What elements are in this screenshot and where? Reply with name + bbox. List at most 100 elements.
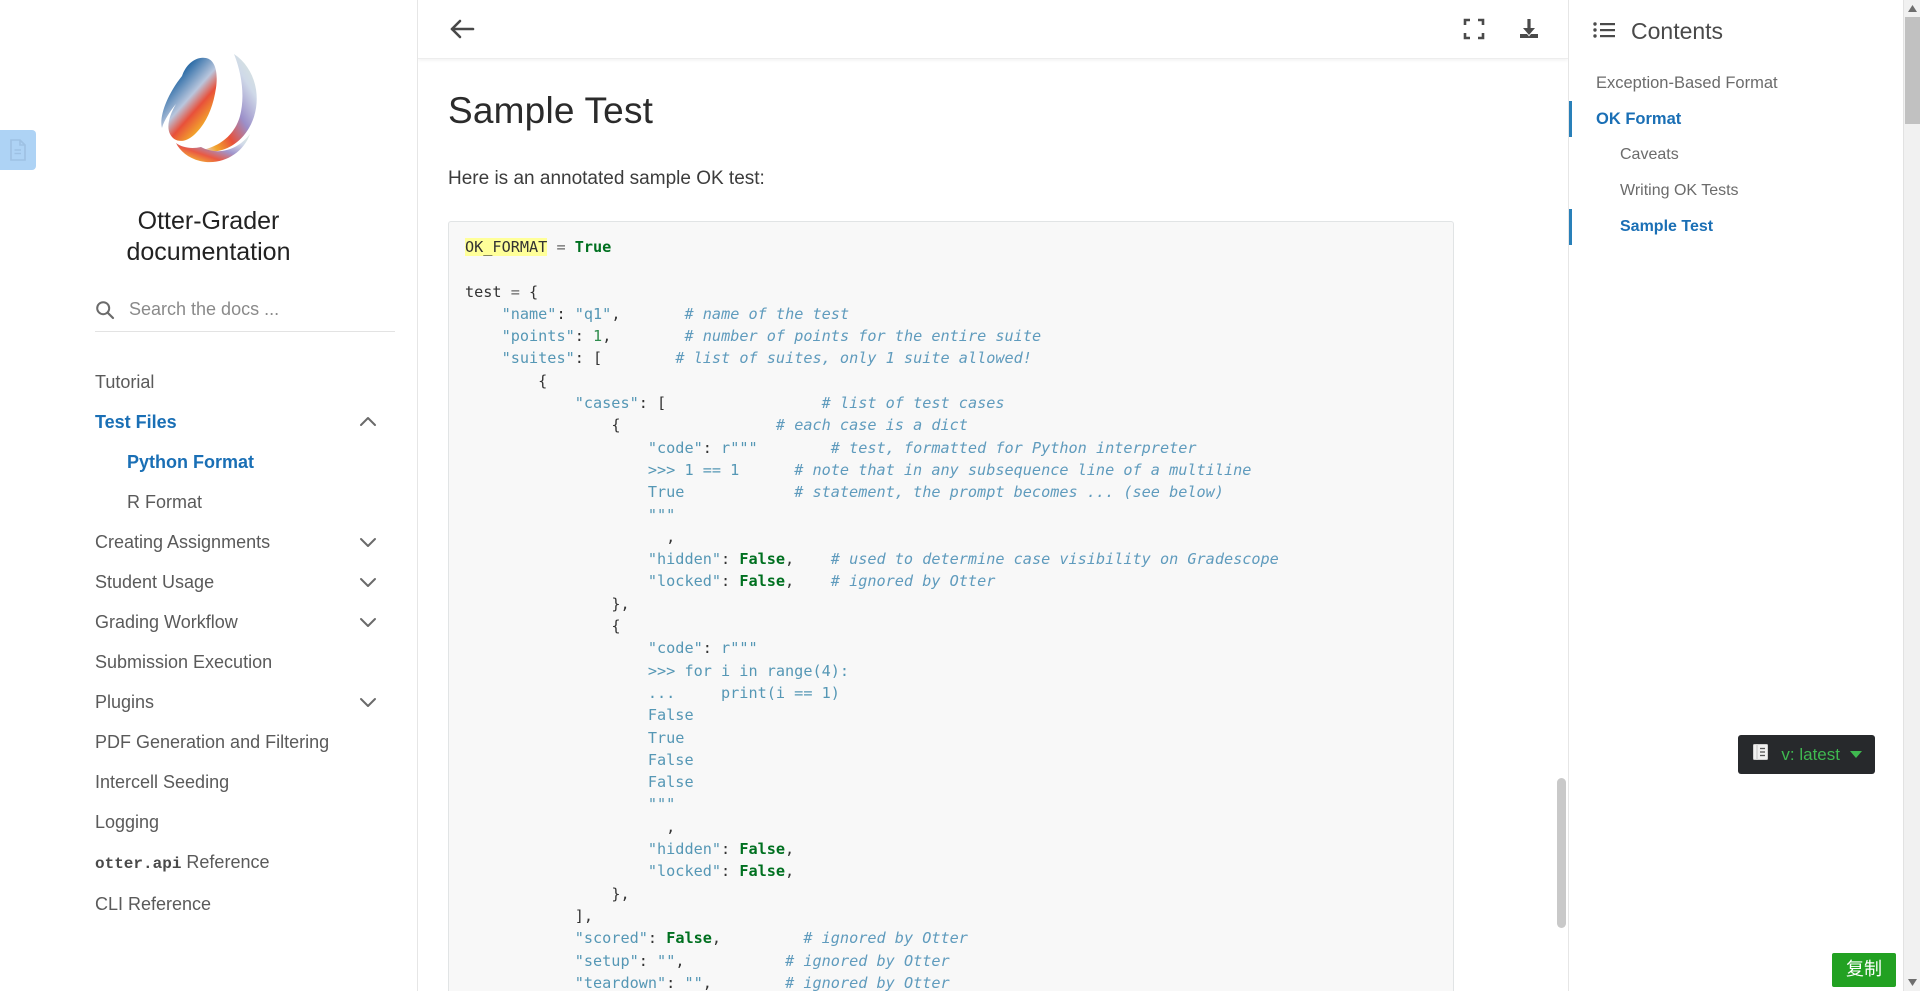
sidebar-item-cli-reference[interactable]: CLI Reference <box>0 884 417 924</box>
code-token: "" <box>657 951 676 970</box>
code-token: { <box>529 282 539 301</box>
chevron-down-icon[interactable] <box>359 695 377 709</box>
copy-button[interactable]: 复制 <box>1832 953 1896 987</box>
code-token: , <box>785 840 795 859</box>
main-scrollbar-thumb[interactable] <box>1557 778 1566 928</box>
code-token: # name of the test <box>684 304 850 323</box>
code-token: # list of suites, only 1 suite allowed! <box>675 349 1032 368</box>
toc-item-exception-based-format[interactable]: Exception-Based Format <box>1569 65 1920 101</box>
code-token: False <box>739 572 786 591</box>
sidebar-item-pdf-generation-and-filtering[interactable]: PDF Generation and Filtering <box>0 722 417 762</box>
sidebar-item-grading-workflow[interactable]: Grading Workflow <box>0 602 417 642</box>
version-selector[interactable]: v: latest <box>1738 735 1875 774</box>
code-token: False <box>739 862 786 881</box>
sidebar-item-label: Plugins <box>95 692 155 712</box>
sidebar-item-test-files[interactable]: Test Files <box>0 402 417 442</box>
fullscreen-icon[interactable] <box>1462 17 1486 41</box>
code-token: False <box>739 550 786 569</box>
intro-paragraph: Here is an annotated sample OK test: <box>448 168 765 189</box>
code-token: : <box>638 394 658 413</box>
main-scrollbar[interactable] <box>1555 118 1568 991</box>
sidebar-item-logging[interactable]: Logging <box>0 802 417 842</box>
code-token: """ <box>647 795 676 814</box>
scroll-up-arrow[interactable] <box>1904 0 1920 17</box>
code-token: "q1" <box>574 304 612 323</box>
toc-item-sample-test[interactable]: Sample Test <box>1569 209 1920 245</box>
code-token: "hidden" <box>647 550 722 569</box>
code-token: True <box>574 238 612 256</box>
download-icon[interactable] <box>1516 17 1542 41</box>
arrow-left-icon[interactable] <box>448 18 476 40</box>
code-token: , <box>711 929 722 948</box>
sidebar-item-intercell-seeding[interactable]: Intercell Seeding <box>0 762 417 802</box>
brand-title: Otter-Grader documentation <box>126 207 291 266</box>
chevron-down-icon[interactable] <box>359 535 377 549</box>
code-token: "points" <box>501 327 575 346</box>
window-scrollbar-thumb[interactable] <box>1905 17 1920 124</box>
sidebar-item-student-usage[interactable]: Student Usage <box>0 562 417 602</box>
sidebar: Otter-Grader documentation Tutorial Test … <box>0 0 418 991</box>
search-input[interactable] <box>127 298 395 321</box>
code-token: , <box>785 862 795 881</box>
sidebar-item-label: Creating Assignments <box>95 532 271 552</box>
code-token: }, <box>611 884 630 903</box>
toc-item-caveats[interactable]: Caveats <box>1569 137 1920 173</box>
code-token: # statement, the prompt becomes ... (see… <box>794 483 1224 502</box>
sidebar-item-plugins[interactable]: Plugins <box>0 682 417 722</box>
scroll-down-arrow[interactable] <box>1904 974 1920 991</box>
document-tab-toggle[interactable] <box>0 130 36 170</box>
code-token: ], <box>574 906 594 925</box>
sidebar-item-creating-assignments[interactable]: Creating Assignments <box>0 522 417 562</box>
sidebar-item-otter-api-reference[interactable]: otter.api Reference <box>0 842 417 884</box>
chevron-down-icon[interactable] <box>359 575 377 589</box>
code-token: False <box>647 706 694 725</box>
otter-logo <box>126 42 292 192</box>
documentation-page: Otter-Grader documentation Tutorial Test … <box>0 0 1920 991</box>
code-token: True <box>647 483 685 502</box>
content-scroll-area: Sample Test Here is an annotated sample … <box>418 59 1568 991</box>
page-title: Sample Test <box>448 90 654 131</box>
code-token: : <box>647 929 667 948</box>
sidebar-item-submission-execution[interactable]: Submission Execution <box>0 642 417 682</box>
chevron-up-icon[interactable] <box>359 415 377 429</box>
code-token: "teardown" <box>574 973 667 991</box>
sidebar-item-python-format[interactable]: Python Format <box>0 442 417 482</box>
sidebar-item-label: Intercell Seeding <box>95 772 230 792</box>
code-token: : <box>574 349 594 368</box>
toc-item-ok-format[interactable]: OK Format <box>1569 101 1920 137</box>
sidebar-item-label: PDF Generation and Filtering <box>95 732 330 752</box>
sidebar-item-tutorial[interactable]: Tutorial <box>0 362 417 402</box>
code-token: # ignored by Otter <box>785 973 950 991</box>
code-token: }, <box>611 594 630 613</box>
chevron-down-icon[interactable] <box>359 615 377 629</box>
toc-item-writing-ok-tests[interactable]: Writing OK Tests <box>1569 173 1920 209</box>
sidebar-item-r-format[interactable]: R Format <box>0 482 417 522</box>
code-block[interactable]: OK_FORMAT = True test = { "name": "q1", … <box>448 221 1454 991</box>
search-box[interactable] <box>95 298 395 332</box>
code-token: , <box>702 973 712 991</box>
code-token: """ <box>647 505 676 524</box>
code-token: : <box>721 572 740 591</box>
window-scrollbar[interactable] <box>1903 0 1920 991</box>
code-token: # ignored by Otter <box>785 951 950 970</box>
sidebar-nav: Tutorial Test Files Python Format R Format C… <box>0 362 417 924</box>
sidebar-item-label: Grading Workflow <box>95 612 238 632</box>
code-token: : <box>702 639 722 658</box>
code-token: , <box>602 327 612 346</box>
